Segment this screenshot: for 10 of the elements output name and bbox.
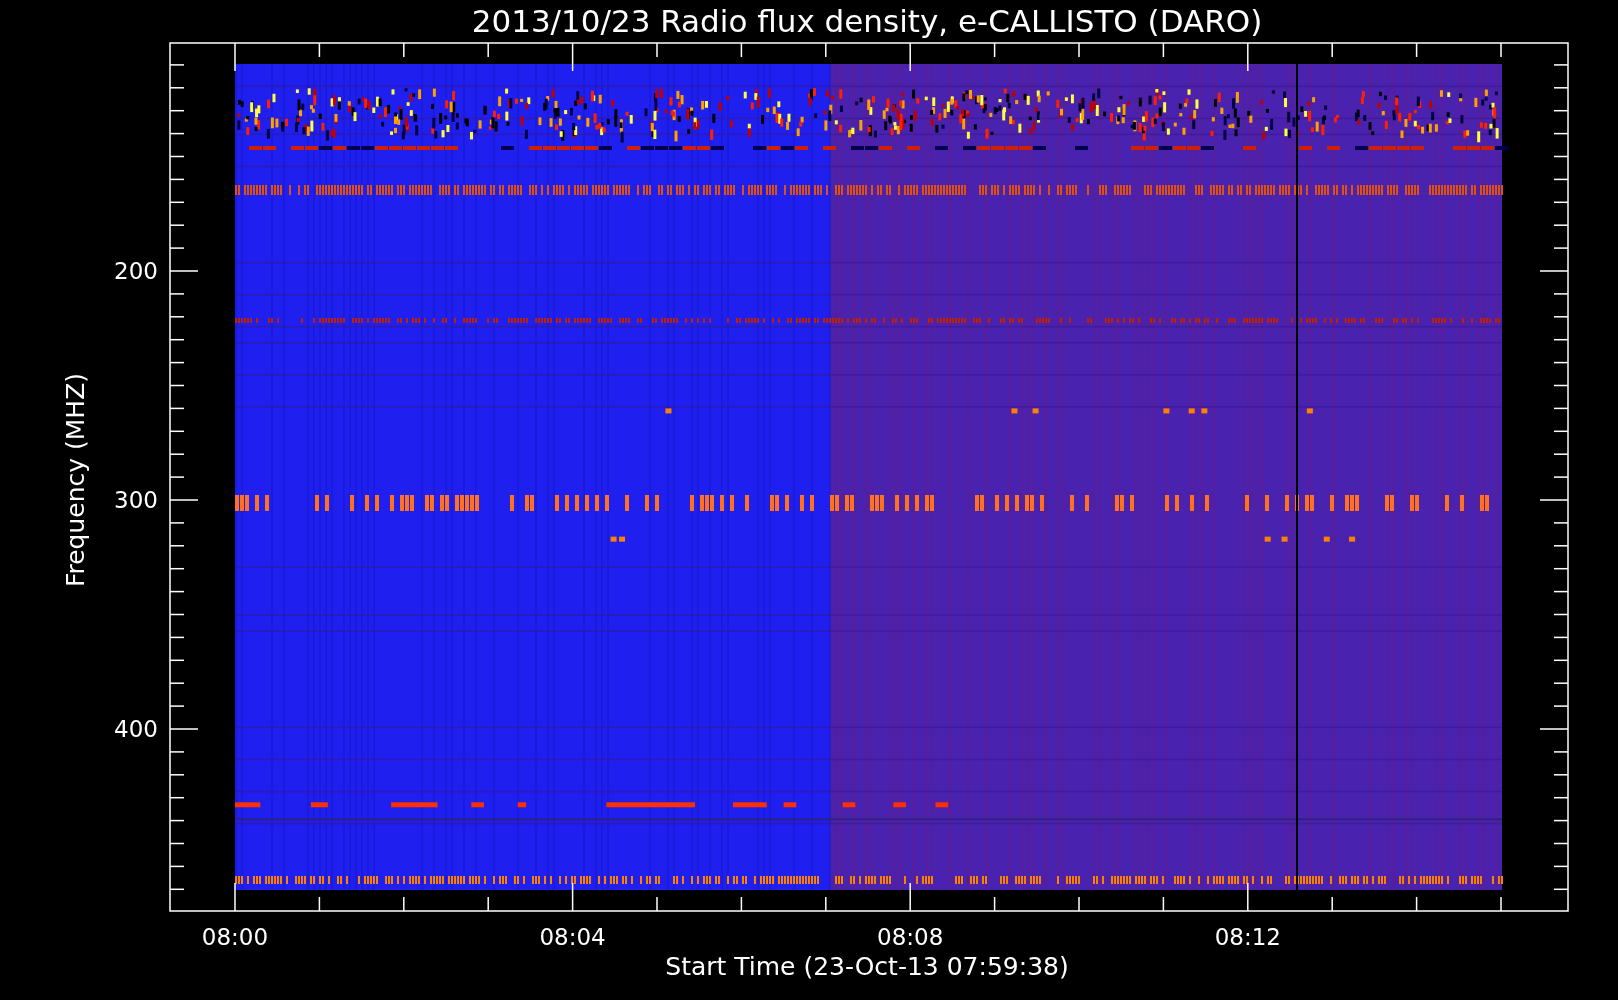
y-axis-label: Frequency (MHZ) [61,372,90,588]
y-tick-label: 300 [114,487,158,513]
x-tick-label: 08:04 [539,924,606,950]
chart-title: 2013/10/23 Radio flux density, e-CALLISTO (DARO) [471,3,1263,39]
x-tick-label: 08:00 [201,924,269,950]
x-tick-label: 08:08 [877,924,944,950]
x-tick-label: 08:12 [1214,924,1281,950]
x-axis-label: Start Time (23-Oct-13 07:59:38) [665,952,1069,981]
y-tick-label: 200 [114,258,158,284]
y-tick-label: 400 [114,716,158,742]
